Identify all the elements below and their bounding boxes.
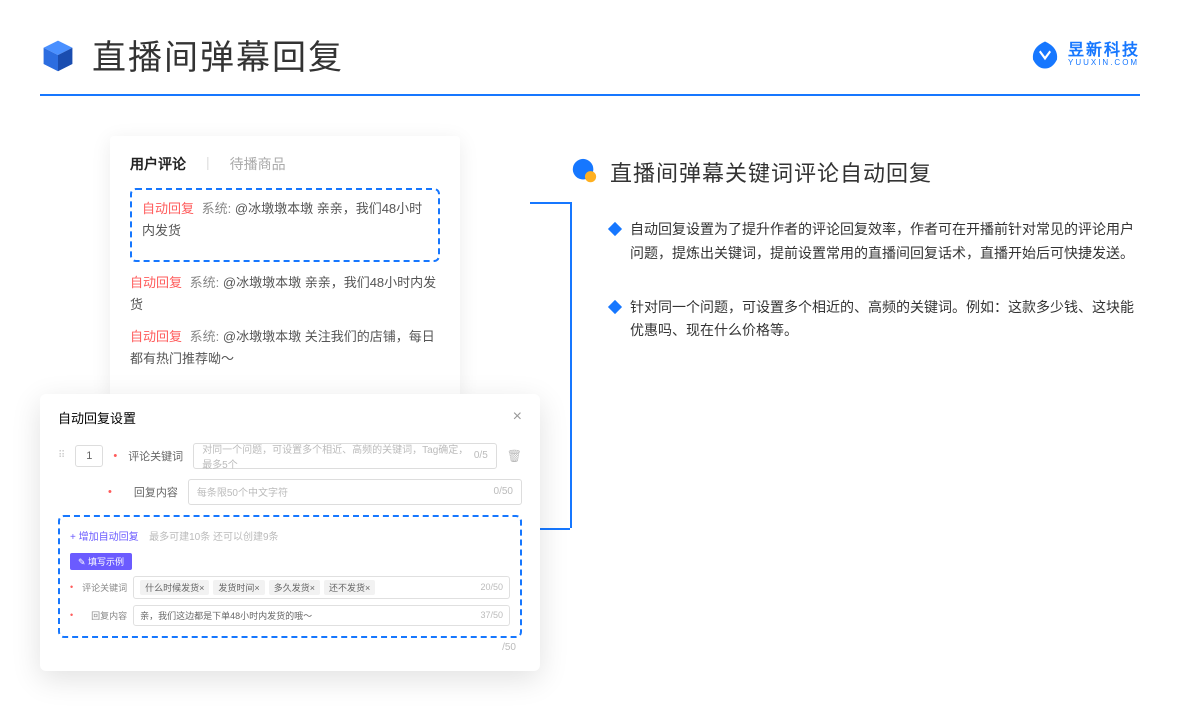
auto-reply-badge: 自动回复	[130, 329, 182, 344]
connector-line	[570, 202, 572, 528]
brand-text: 昱新科技 YUUXIN.COM	[1068, 43, 1140, 67]
bullet-text: 针对同一个问题，可设置多个相近的、高频的关键词。例如：这款多少钱、这块能优惠吗、…	[630, 296, 1140, 344]
auto-reply-badge: 自动回复	[130, 275, 182, 290]
add-auto-reply-link[interactable]: + 增加自动回复	[70, 532, 139, 543]
main-content: 用户评论 | 待播商品 自动回复 系统: @冰墩墩本墩 亲亲，我们48小时内发货…	[0, 96, 1180, 711]
add-hint: 最多可建10条 还可以创建9条	[149, 532, 278, 543]
bullet-text: 自动回复设置为了提升作者的评论回复效率，作者可在开播前针对常见的评论用户问题，提…	[630, 218, 1140, 266]
index-box: 1	[75, 445, 103, 467]
example-content-row: • 回复内容 亲，我们这边都是下单48小时内发货的哦～ 37/50	[70, 605, 510, 626]
delete-icon[interactable]: 🗑	[507, 449, 522, 463]
comment-item: 自动回复 系统: @冰墩墩本墩 亲亲，我们48小时内发货	[130, 272, 440, 316]
brand-name: 昱新科技	[1068, 43, 1140, 59]
bubble-icon	[570, 158, 598, 186]
keyword-input[interactable]: 对同一个问题，可设置多个相近、高频的关键词，Tag确定，最多5个 0/5	[193, 443, 497, 469]
diamond-icon	[608, 222, 622, 236]
example-keyword-row: • 评论关键词 什么时候发货× 发货时间× 多久发货× 还不发货× 20/50	[70, 576, 510, 599]
auto-reply-badge: 自动回复	[142, 201, 194, 216]
auto-reply-settings-modal: 自动回复设置 × ⠿ 1 • 评论关键词 对同一个问题，可设置多个相近、高频的关…	[40, 394, 540, 671]
required-dot: •	[70, 610, 73, 620]
content-input[interactable]: 每条限50个中文字符 0/50	[188, 479, 522, 505]
outer-count: /50	[58, 642, 522, 653]
required-dot: •	[113, 450, 117, 462]
required-dot: •	[70, 582, 73, 592]
ex-content-input[interactable]: 亲，我们这边都是下单48小时内发货的哦～ 37/50	[133, 605, 510, 626]
modal-header: 自动回复设置 ×	[58, 408, 522, 427]
bullet-item: 自动回复设置为了提升作者的评论回复效率，作者可在开播前针对常见的评论用户问题，提…	[570, 218, 1140, 266]
ex-content-label: 回复内容	[79, 609, 127, 622]
right-column: 直播间弹幕关键词评论自动回复 自动回复设置为了提升作者的评论回复效率，作者可在开…	[570, 136, 1140, 671]
brand-url: YUUXIN.COM	[1068, 59, 1140, 67]
example-highlight: + 增加自动回复 最多可建10条 还可以创建9条 ✎ 填写示例 • 评论关键词 …	[58, 515, 522, 638]
system-label: 系统:	[202, 201, 232, 216]
keyword-tag[interactable]: 还不发货×	[324, 580, 375, 595]
header-left: 直播间弹幕回复	[40, 30, 344, 79]
comments-panel: 用户评论 | 待播商品 自动回复 系统: @冰墩墩本墩 亲亲，我们48小时内发货…	[110, 136, 460, 399]
comment-tabs: 用户评论 | 待播商品	[130, 154, 440, 174]
highlighted-comment: 自动回复 系统: @冰墩墩本墩 亲亲，我们48小时内发货	[130, 188, 440, 262]
brand-mark-icon	[1030, 40, 1060, 70]
drag-handle-icon[interactable]: ⠿	[58, 450, 65, 461]
keyword-tag[interactable]: 多久发货×	[269, 580, 320, 595]
section-title: 直播间弹幕关键词评论自动回复	[610, 156, 932, 188]
cube-icon	[40, 37, 76, 73]
content-row: • 回复内容 每条限50个中文字符 0/50	[58, 479, 522, 505]
add-row: + 增加自动回复 最多可建10条 还可以创建9条	[70, 527, 510, 545]
comment-item: 自动回复 系统: @冰墩墩本墩 亲亲，我们48小时内发货	[142, 198, 428, 242]
content-count: 0/50	[494, 486, 513, 497]
tab-divider: |	[206, 154, 210, 174]
system-label: 系统:	[190, 329, 220, 344]
keyword-row: ⠿ 1 • 评论关键词 对同一个问题，可设置多个相近、高频的关键词，Tag确定，…	[58, 443, 522, 469]
diamond-icon	[608, 300, 622, 314]
page-title: 直播间弹幕回复	[92, 30, 344, 79]
brand-logo: 昱新科技 YUUXIN.COM	[1030, 40, 1140, 70]
keyword-tag[interactable]: 发货时间×	[213, 580, 264, 595]
ex-content-value: 亲，我们这边都是下单48小时内发货的哦～	[140, 609, 312, 622]
page-header: 直播间弹幕回复 昱新科技 YUUXIN.COM	[0, 0, 1180, 89]
required-dot: •	[108, 486, 112, 498]
ex-keyword-label: 评论关键词	[79, 581, 127, 594]
example-badge: ✎ 填写示例	[70, 553, 132, 570]
keyword-label: 评论关键词	[127, 448, 183, 464]
keyword-placeholder: 对同一个问题，可设置多个相近、高频的关键词，Tag确定，最多5个	[202, 441, 474, 471]
content-label: 回复内容	[122, 484, 178, 500]
tab-user-comments[interactable]: 用户评论	[130, 154, 186, 174]
left-column: 用户评论 | 待播商品 自动回复 系统: @冰墩墩本墩 亲亲，我们48小时内发货…	[40, 136, 540, 671]
section-header: 直播间弹幕关键词评论自动回复	[570, 156, 1140, 188]
connector-line	[530, 202, 570, 204]
ex-content-count: 37/50	[480, 610, 503, 620]
ex-keyword-count: 20/50	[480, 582, 503, 592]
system-label: 系统:	[190, 275, 220, 290]
content-placeholder: 每条限50个中文字符	[197, 484, 288, 499]
keyword-tag[interactable]: 什么时候发货×	[140, 580, 209, 595]
modal-title: 自动回复设置	[58, 408, 136, 427]
bullet-item: 针对同一个问题，可设置多个相近的、高频的关键词。例如：这款多少钱、这块能优惠吗、…	[570, 296, 1140, 344]
keyword-count: 0/5	[474, 450, 488, 461]
comment-item: 自动回复 系统: @冰墩墩本墩 关注我们的店铺，每日都有热门推荐呦～	[130, 326, 440, 370]
ex-keyword-input[interactable]: 什么时候发货× 发货时间× 多久发货× 还不发货× 20/50	[133, 576, 510, 599]
tab-pending-products[interactable]: 待播商品	[230, 154, 286, 174]
close-icon[interactable]: ×	[513, 408, 522, 426]
